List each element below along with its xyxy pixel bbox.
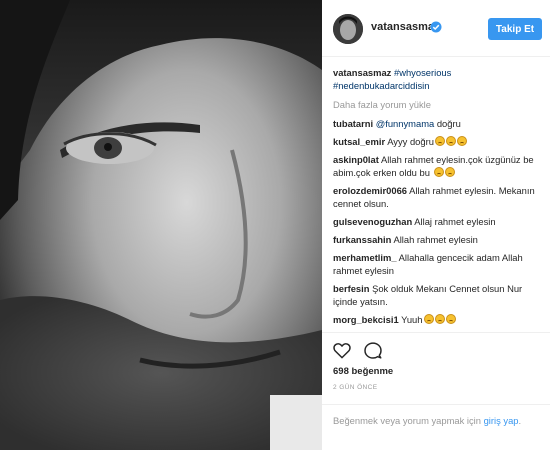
comment-mention[interactable]: @funnymama [376, 118, 435, 129]
login-prompt-text: Beğenmek veya yorum yapmak için [333, 415, 481, 426]
comment-username[interactable]: askinp0lat [333, 154, 379, 165]
avatar[interactable] [333, 14, 363, 44]
list-item: erolozdemir0066 Allah rahmet eylesin. Me… [333, 184, 543, 210]
comment-text: Ayyy doğru [387, 136, 434, 147]
comment-username[interactable]: berfesin [333, 283, 369, 294]
comment-username[interactable]: furkanssahin [333, 234, 391, 245]
caption-hashtag[interactable]: #whyoserious [394, 67, 451, 78]
list-item: morg_bekcisi1 Yuuh [333, 313, 543, 326]
likes-count[interactable]: 698 beğenme [333, 366, 393, 377]
list-item: merhametlim_ Allahalla gencecik adam All… [333, 251, 543, 277]
list-item: furkanssahin Allah rahmet eylesin [333, 233, 543, 246]
list-item: berfesin Şok olduk Mekanı Cennet olsun N… [333, 282, 543, 308]
post-header: vatansasmaz Takip Et [322, 0, 550, 57]
comment-text: Allah rahmet eylesin [393, 234, 478, 245]
list-item: tubatarni @funnymama doğru [333, 117, 543, 130]
list-item: kutsal_emir Ayyy doğru [333, 135, 543, 148]
sad-emoji-icon [445, 136, 456, 146]
comment-text: Yuuh [401, 314, 423, 325]
heart-icon[interactable] [333, 342, 351, 364]
comment-username[interactable]: erolozdemir0066 [333, 185, 407, 196]
post-side-panel: vatansasmaz Takip Et vatansasmaz #whyose… [322, 0, 550, 450]
follow-button[interactable]: Takip Et [488, 18, 542, 40]
portrait-image [0, 0, 322, 450]
sad-emoji-icon [444, 167, 455, 177]
sad-emoji-icon [434, 136, 445, 146]
caption: vatansasmaz #whyoserious #nedenbukadarci… [333, 66, 543, 92]
login-link[interactable]: giriş yap [484, 415, 519, 426]
comment-username[interactable]: morg_bekcisi1 [333, 314, 399, 325]
login-prompt: Beğenmek veya yorum yapmak için giriş ya… [322, 404, 550, 427]
sad-emoji-icon [423, 314, 434, 324]
sad-emoji-icon [456, 136, 467, 146]
instagram-post-window: vatansasmaz Takip Et vatansasmaz #whyose… [0, 0, 550, 450]
sad-emoji-icon [445, 314, 456, 324]
avatar-face-icon [333, 14, 363, 44]
post-timestamp[interactable]: 2 GÜN ÖNCE [333, 384, 377, 391]
sad-emoji-icon [433, 167, 444, 177]
comment-username[interactable]: merhametlim_ [333, 252, 397, 263]
caption-hashtag[interactable]: #nedenbukadarciddisin [333, 80, 429, 91]
comment-text: Allaj rahmet eylesin [414, 216, 496, 227]
post-photo[interactable] [0, 0, 322, 450]
comment-bubble-icon[interactable] [364, 342, 382, 364]
list-item: gulsevenoguzhan Allaj rahmet eylesin [333, 215, 543, 228]
caption-username[interactable]: vatansasmaz [333, 67, 391, 78]
load-more-comments-link[interactable]: Daha fazla yorum yükle [333, 98, 543, 111]
comment-username[interactable]: gulsevenoguzhan [333, 216, 412, 227]
login-prompt-suffix: . [518, 415, 522, 426]
comment-username[interactable]: tubatarni [333, 118, 373, 129]
post-actions-bar [322, 332, 550, 363]
comment-text: doğru [436, 118, 461, 129]
comment-username[interactable]: kutsal_emir [333, 136, 385, 147]
sad-emoji-icon [434, 314, 445, 324]
verified-badge-icon [430, 20, 442, 33]
list-item: askinp0lat Allah rahmet eylesin.çok üzgü… [333, 153, 543, 179]
comments-list: vatansasmaz #whyoserious #nedenbukadarci… [333, 66, 543, 331]
